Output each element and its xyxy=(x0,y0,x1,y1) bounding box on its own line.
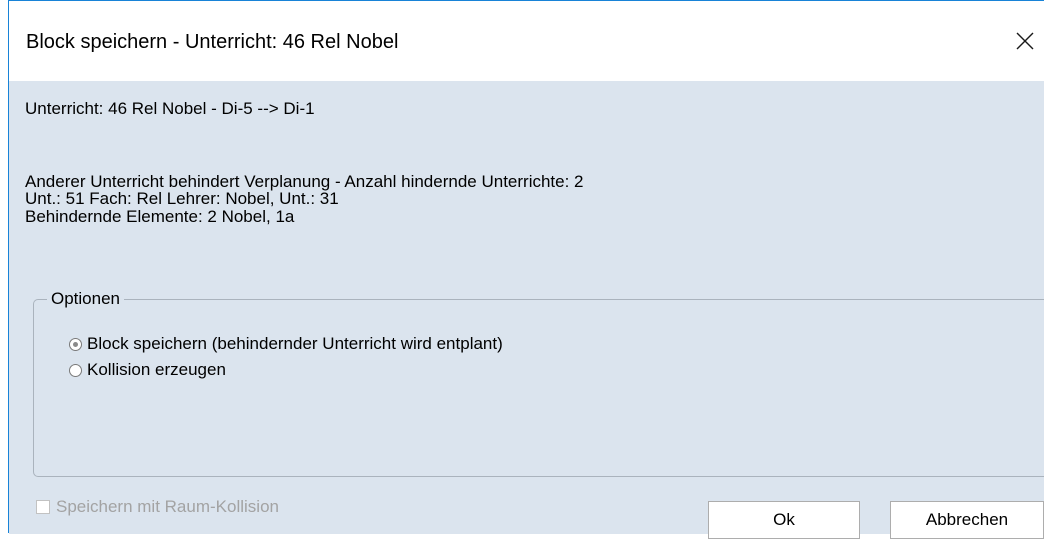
radio-save-block[interactable]: Block speichern (behindernder Unterricht… xyxy=(69,335,503,353)
radio-save-block-label: Block speichern (behindernder Unterricht… xyxy=(87,334,503,353)
lesson-info: Unterricht: 46 Rel Nobel - Di-5 --> Di-1 xyxy=(25,99,315,118)
conflict-lesson-detail: Unt.: 51 Fach: Rel Lehrer: Nobel, Unt.: … xyxy=(25,189,339,208)
radio-create-collision-circle[interactable] xyxy=(69,363,82,377)
radio-create-collision[interactable]: Kollision erzeugen xyxy=(69,361,226,379)
dialog-window: Block speichern - Unterricht: 46 Rel Nob… xyxy=(8,0,1044,539)
radio-save-block-circle[interactable] xyxy=(69,337,82,351)
room-collision-checkbox[interactable] xyxy=(36,500,50,514)
close-button[interactable] xyxy=(1005,21,1044,61)
cancel-button[interactable]: Abbrechen xyxy=(890,501,1044,539)
close-icon xyxy=(1016,32,1034,50)
title-bar: Block speichern - Unterricht: 46 Rel Nob… xyxy=(9,1,1044,81)
options-legend: Optionen xyxy=(47,289,124,309)
room-collision-checkbox-label: Speichern mit Raum-Kollision xyxy=(56,497,279,516)
ok-button[interactable]: Ok xyxy=(708,501,860,539)
options-groupbox: Optionen Block speichern (behindernder U… xyxy=(33,289,1044,477)
blocking-elements: Behindernde Elemente: 2 Nobel, 1a xyxy=(25,207,295,226)
radio-create-collision-label: Kollision erzeugen xyxy=(87,360,226,379)
window-title: Block speichern - Unterricht: 46 Rel Nob… xyxy=(26,31,399,53)
dialog-body: Unterricht: 46 Rel Nobel - Di-5 --> Di-1… xyxy=(9,81,1044,539)
room-collision-checkbox-row[interactable]: Speichern mit Raum-Kollision xyxy=(36,498,279,516)
